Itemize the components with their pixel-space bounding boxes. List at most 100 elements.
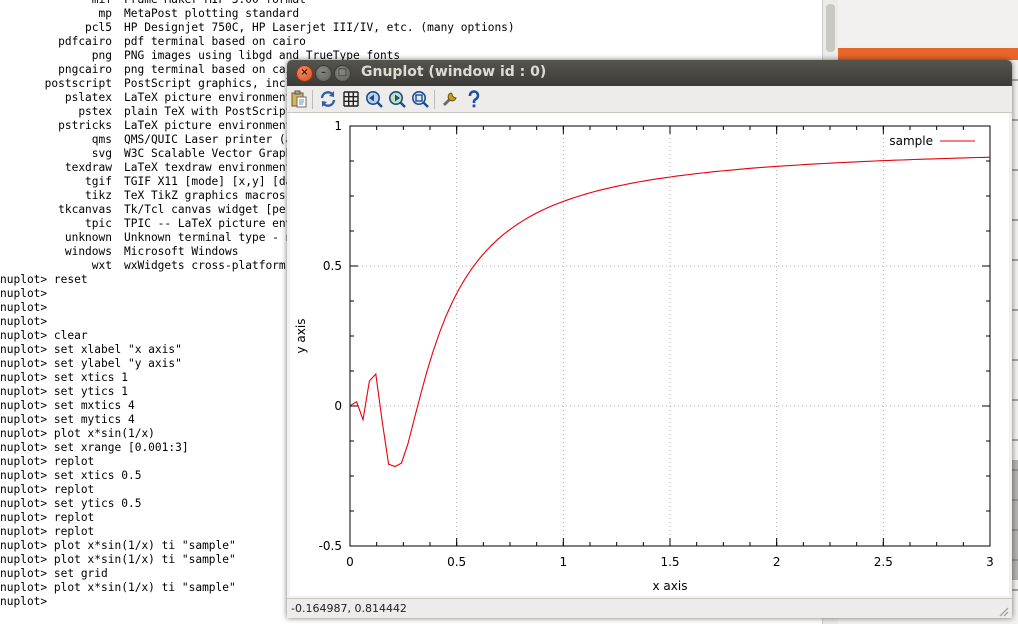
options-button[interactable] xyxy=(441,90,459,108)
terminal-command-line: nuplot> set xtics 0.5 xyxy=(0,469,142,482)
terminal-term-name: pdfcairo xyxy=(58,35,112,48)
terminal-term-name: svg xyxy=(91,147,112,160)
status-bar: -0.164987, 0.814442 xyxy=(287,598,1012,618)
terminal-term-name: windows xyxy=(64,245,112,258)
terminal-command-line: nuplot> set xrange [0.001:3] xyxy=(0,441,189,454)
terminal-term-line: pdfcairo pdf terminal based on cairo xyxy=(0,35,306,49)
terminal-command-line: nuplot> replot xyxy=(0,525,95,538)
terminal-term-name: pcl5 xyxy=(85,21,112,34)
terminal-command-line: nuplot> replot xyxy=(0,483,95,496)
toolbar-separator xyxy=(312,90,313,109)
terminal-term-name: tikz xyxy=(85,189,112,202)
x-axis-label: x axis xyxy=(653,579,688,593)
terminal-term-desc: png terminal based on cairo xyxy=(124,63,306,76)
chart[interactable]: 0 0.5 1 1.5 2 2.5 3 -0.5 0 0.5 1 x axis y axis sample xyxy=(290,113,1009,596)
terminal-command-line: nuplot> set ytics 0.5 xyxy=(0,497,142,510)
terminal-term-desc: pdf terminal based on cairo xyxy=(124,35,306,48)
replot-icon xyxy=(320,91,336,107)
maximize-button[interactable]: □ xyxy=(334,65,351,82)
toolbar xyxy=(287,86,1012,113)
next-zoom-button[interactable] xyxy=(388,90,406,108)
help-icon xyxy=(468,90,480,108)
terminal-command-line: nuplot> set ylabel "y axis" xyxy=(0,357,182,370)
terminal-term-desc: Frame Maker MIF 3.00 format xyxy=(124,0,306,6)
terminal-command-line: nuplot> xyxy=(0,287,48,300)
terminal-term-name: texdraw xyxy=(64,161,112,174)
terminal-command-line: nuplot> plot x*sin(1/x) ti "sample" xyxy=(0,581,236,594)
terminal-command-line: nuplot> clear xyxy=(0,329,88,342)
terminal-term-name: tkcanvas xyxy=(58,203,112,216)
x-tick-label: 2.5 xyxy=(874,555,893,569)
terminal-term-line: pngcairo png terminal based on cairo xyxy=(0,63,306,77)
toolbar-separator xyxy=(434,90,435,109)
y-tick-label: 0 xyxy=(334,399,342,413)
toggle-grid-button[interactable] xyxy=(342,90,360,108)
terminal-term-desc: MetaPost plotting standard xyxy=(124,7,300,20)
resize-grip-icon[interactable] xyxy=(997,605,1009,617)
terminal-command-line: nuplot> reset xyxy=(0,273,88,286)
cursor-coordinates: -0.164987, 0.814442 xyxy=(291,602,407,615)
copy-to-clipboard-icon xyxy=(291,90,307,108)
terminal-command-line: nuplot> set ytics 1 xyxy=(0,385,128,398)
close-icon: × xyxy=(300,67,309,78)
gnuplot-window[interactable]: × – □ Gnuplot (window id : 0) 0 0.5 1 1.… xyxy=(287,60,1012,618)
y-tick-label: 0.5 xyxy=(323,259,342,273)
terminal-command-line: nuplot> set mytics 4 xyxy=(0,413,135,426)
terminal-term-name: mp xyxy=(98,7,112,20)
terminal-command-line: nuplot> xyxy=(0,595,48,608)
terminal-term-name: tpic xyxy=(85,217,112,230)
terminal-term-line: pcl5 HP Designjet 750C, HP Laserjet III/I… xyxy=(0,21,515,35)
terminal-command-line: nuplot> set xtics 1 xyxy=(0,371,128,384)
terminal-term-line: mp MetaPost plotting standard xyxy=(0,7,300,21)
terminal-term-name: pngcairo xyxy=(58,63,112,76)
x-tick-label: 0.5 xyxy=(447,555,466,569)
terminal-command-line: nuplot> replot xyxy=(0,455,95,468)
minimize-button[interactable]: – xyxy=(315,65,332,82)
x-tick-label: 0 xyxy=(346,555,354,569)
terminal-term-name: mif xyxy=(0,0,112,7)
previous-zoom-button[interactable] xyxy=(365,90,383,108)
terminal-term-name: tgif xyxy=(85,175,112,188)
x-tick-label: 1 xyxy=(560,555,568,569)
autoscale-icon xyxy=(412,91,429,108)
x-tick-label: 3 xyxy=(986,555,994,569)
terminal-scrollbar-thumb[interactable] xyxy=(826,4,835,52)
terminal-command-line: nuplot> set mxtics 4 xyxy=(0,399,135,412)
terminal-command-line: nuplot> plot x*sin(1/x) ti "sample" xyxy=(0,539,236,552)
minimize-icon: – xyxy=(321,67,326,78)
terminal-command-line: nuplot> plot x*sin(1/x) ti "sample" xyxy=(0,553,236,566)
toggle-grid-icon xyxy=(343,91,359,107)
terminal-term-desc: HP Designjet 750C, HP Laserjet III/IV, e… xyxy=(124,21,515,34)
terminal-command-line: nuplot> replot xyxy=(0,511,95,524)
replot-button[interactable] xyxy=(319,90,337,108)
terminal-term-name: postscript xyxy=(44,77,112,90)
terminal-command-line: nuplot> xyxy=(0,315,48,328)
options-icon xyxy=(442,92,457,107)
terminal-term-name: unknown xyxy=(64,231,112,244)
terminal-command-line: nuplot> set grid xyxy=(0,567,108,580)
plot-area[interactable]: 0 0.5 1 1.5 2 2.5 3 -0.5 0 0.5 1 x axis y axis sample xyxy=(290,113,1009,596)
legend-label: sample xyxy=(889,134,933,148)
terminal-term-name: qms xyxy=(91,133,112,146)
next-zoom-icon xyxy=(389,91,406,108)
terminal-term-line: texdraw LaTeX texdraw environment xyxy=(0,161,293,175)
copy-to-clipboard-button[interactable] xyxy=(290,90,308,108)
terminal-term-name: pstricks xyxy=(58,119,112,132)
maximize-icon: □ xyxy=(337,67,348,78)
window-titlebar[interactable]: × – □ Gnuplot (window id : 0) xyxy=(287,60,1012,86)
terminal-term-name: pstex xyxy=(78,105,112,118)
x-tick-label: 1.5 xyxy=(660,555,679,569)
series-line xyxy=(349,156,991,468)
terminal-term-line: mif Frame Maker MIF 3.00 format xyxy=(0,0,306,7)
help-button[interactable] xyxy=(465,90,483,108)
terminal-command-line: nuplot> plot x*sin(1/x) xyxy=(0,427,155,440)
terminal-term-name: pslatex xyxy=(64,91,112,104)
terminal-term-name: png xyxy=(91,49,112,62)
previous-zoom-icon xyxy=(366,91,383,108)
terminal-term-desc: Microsoft Windows xyxy=(124,245,239,258)
close-button[interactable]: × xyxy=(296,65,313,82)
autoscale-button[interactable] xyxy=(411,90,429,108)
window-title: Gnuplot (window id : 0) xyxy=(361,64,547,80)
terminal-command-line: nuplot> xyxy=(0,301,48,314)
terminal-term-desc: LaTeX texdraw environment xyxy=(124,161,293,174)
